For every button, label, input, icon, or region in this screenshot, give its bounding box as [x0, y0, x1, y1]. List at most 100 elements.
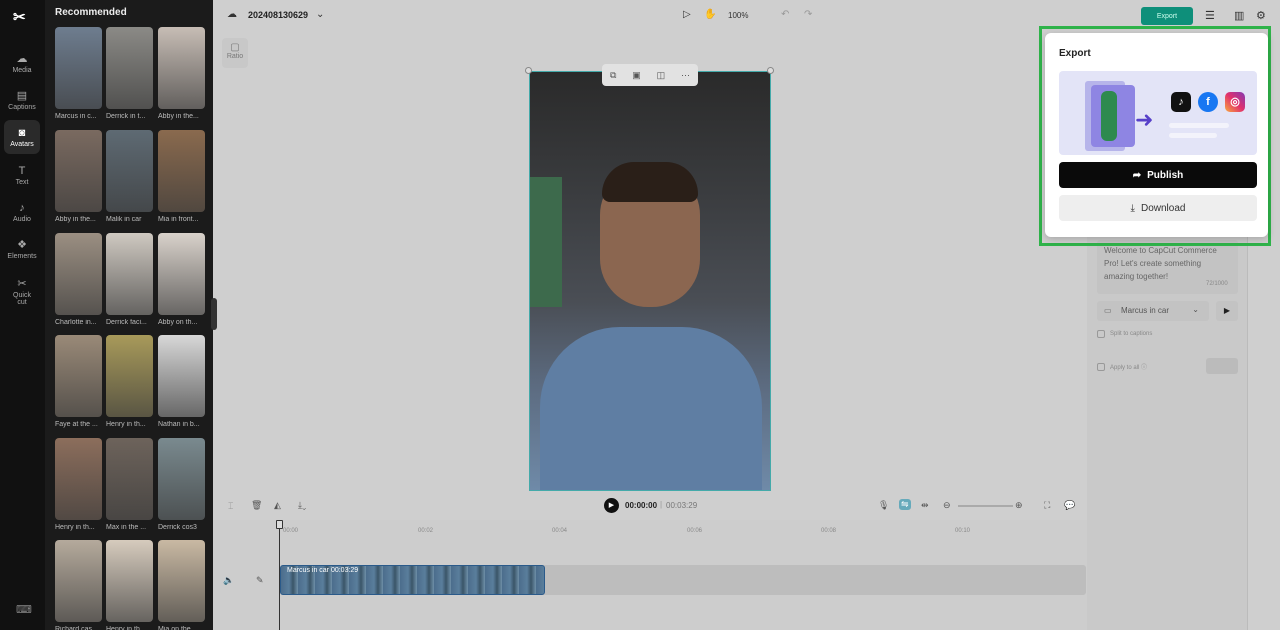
zoom-level[interactable]: 100%: [728, 11, 748, 20]
playhead-handle[interactable]: [276, 520, 283, 529]
avatar-card[interactable]: Max in the ...: [106, 438, 153, 531]
play-icon: ▶: [608, 502, 615, 509]
fit-icon[interactable]: ⛶: [1044, 500, 1050, 511]
replace-icon[interactable]: ⧉: [610, 70, 616, 81]
edit-cover-icon[interactable]: ✎: [256, 575, 264, 586]
rail-item-quick-cut[interactable]: ✂ Quick cut: [4, 272, 40, 312]
apply-checkbox[interactable]: [1097, 362, 1105, 371]
rail-item-captions[interactable]: ▤ Captions: [4, 83, 40, 117]
zoom-out-icon[interactable]: ⊖: [943, 500, 951, 511]
avatar-card[interactable]: Henry in th...: [106, 335, 153, 428]
hand-tool-icon[interactable]: ✋: [704, 9, 716, 20]
mask-icon[interactable]: ◫: [657, 70, 666, 81]
keyboard-icon[interactable]: ⌨: [16, 603, 32, 616]
cloud-icon[interactable]: ☁: [227, 9, 237, 20]
apply-button[interactable]: [1206, 358, 1238, 374]
avatar-card[interactable]: Faye at the ...: [55, 335, 102, 428]
download-frame-icon[interactable]: ⤓⌄: [298, 500, 306, 511]
resize-handle[interactable]: [767, 67, 774, 74]
apply-all-row[interactable]: Apply to all ⓘ: [1097, 362, 1147, 371]
avatar-label: Mia in front...: [158, 216, 199, 223]
avatar-card[interactable]: Malik in car: [106, 130, 153, 223]
mirror-icon[interactable]: ◭: [274, 500, 281, 511]
playhead[interactable]: [279, 520, 280, 630]
avatar-card[interactable]: Marcus in c...: [55, 27, 102, 120]
download-label: Download: [1140, 202, 1186, 214]
rail-label: Captions: [8, 103, 36, 111]
avatar-card[interactable]: Abby in the...: [158, 27, 205, 120]
layers-icon[interactable]: ☰: [1205, 9, 1215, 22]
publish-button[interactable]: ➦ Publish: [1059, 162, 1257, 188]
rail-item-avatars[interactable]: ◙ Avatars: [4, 120, 40, 154]
play-button[interactable]: ▶: [604, 498, 619, 513]
avatar-card[interactable]: Nathan in b...: [158, 335, 205, 428]
avatar-card[interactable]: Henry in th...: [55, 438, 102, 531]
avatar-card[interactable]: Mia in front...: [158, 130, 205, 223]
mute-icon[interactable]: 🔈: [223, 575, 234, 586]
capcut-logo-icon[interactable]: ✂: [13, 8, 31, 26]
avatar-thumbnail: [106, 233, 153, 315]
undo-icon[interactable]: ↶: [781, 9, 789, 20]
ratio-label: Ratio: [226, 53, 244, 60]
panel-collapse-handle[interactable]: [211, 298, 217, 330]
redo-icon[interactable]: ↷: [804, 9, 812, 20]
zoom-slider[interactable]: [958, 505, 1013, 507]
preview-voice-button[interactable]: ▶: [1216, 301, 1238, 321]
export-popup: Export ➜ ♪ f ◎ ➦ Publish ⤓ Download: [1045, 33, 1268, 237]
avatar-label: Richard cas...: [55, 626, 98, 630]
avatar-thumbnail: [106, 27, 153, 109]
avatar-card[interactable]: Charlotte in...: [55, 233, 102, 326]
avatar-card[interactable]: Derrick faci...: [106, 233, 153, 326]
crop-icon[interactable]: ▣: [632, 70, 641, 81]
current-time: 00:00:00: [625, 501, 658, 510]
avatar-card[interactable]: Derrick in t...: [106, 27, 153, 120]
avatar-thumbnail: [55, 335, 102, 417]
microphone-icon[interactable]: 🎙: [878, 500, 889, 511]
feedback-icon[interactable]: 💬: [1064, 500, 1075, 511]
video-preview[interactable]: [529, 71, 771, 491]
avatar-card[interactable]: Abby in the...: [55, 130, 102, 223]
zoom-in-icon[interactable]: ⊕: [1015, 500, 1023, 511]
ruler-label: 00:02: [418, 528, 434, 534]
left-rail: ✂ ☁ Media ▤ Captions ◙ Avatars T Text ♪ Audio…: [0, 0, 45, 630]
project-name[interactable]: 202408130629: [248, 10, 308, 20]
chevron-down-icon[interactable]: ⌄: [316, 9, 324, 20]
avatar-card[interactable]: Abby on th...: [158, 233, 205, 326]
voice-icon: ▭: [1104, 306, 1112, 315]
split-view-icon[interactable]: ⇹: [921, 500, 929, 511]
avatar-card[interactable]: Henry in th...: [106, 540, 153, 630]
rail-item-media[interactable]: ☁ Media: [4, 46, 40, 80]
select-tool-icon[interactable]: ▷: [683, 9, 691, 20]
rail-item-audio[interactable]: ♪ Audio: [4, 195, 40, 229]
clip-label: Marcus in car 00:03:29: [287, 567, 359, 574]
download-button[interactable]: ⤓ Download: [1059, 195, 1257, 221]
split-captions-row[interactable]: Split to captions: [1097, 330, 1152, 338]
rail-item-elements[interactable]: ❖ Elements: [4, 232, 40, 266]
settings-icon[interactable]: ⚙: [1256, 9, 1266, 22]
avatar-label: Derrick in t...: [106, 113, 146, 120]
ratio-button[interactable]: ▢ Ratio: [222, 38, 248, 68]
avatar-thumbnail: [158, 130, 205, 212]
export-button[interactable]: Export: [1141, 7, 1193, 25]
rail-item-text[interactable]: T Text: [4, 158, 40, 192]
avatar-card[interactable]: Derrick cos3: [158, 438, 205, 531]
chevron-down-icon: ⌄: [1192, 305, 1199, 314]
voice-select[interactable]: Marcus in car ⌄: [1097, 301, 1209, 321]
avatar-thumbnail: [158, 335, 205, 417]
avatar-label: Derrick faci...: [106, 319, 147, 326]
more-icon[interactable]: ⋯: [681, 70, 690, 81]
split-icon[interactable]: ⌶: [228, 501, 233, 512]
avatar-card[interactable]: Richard cas...: [55, 540, 102, 630]
resize-handle[interactable]: [525, 67, 532, 74]
script-char-count: 72/1000: [1206, 281, 1228, 287]
layout-icon[interactable]: ▥: [1234, 9, 1244, 22]
time-separator: |: [660, 500, 663, 509]
download-icon: ⤓: [1130, 202, 1135, 214]
split-checkbox[interactable]: [1097, 330, 1105, 338]
auto-snap-icon[interactable]: ⇋: [899, 499, 911, 510]
panel-title: Recommended: [55, 7, 127, 18]
delete-icon[interactable]: 🗑: [251, 500, 262, 511]
avatar-card[interactable]: Mia on the...: [158, 540, 205, 630]
avatar-label: Henry in th...: [106, 626, 146, 630]
export-popup-title: Export: [1059, 48, 1091, 59]
